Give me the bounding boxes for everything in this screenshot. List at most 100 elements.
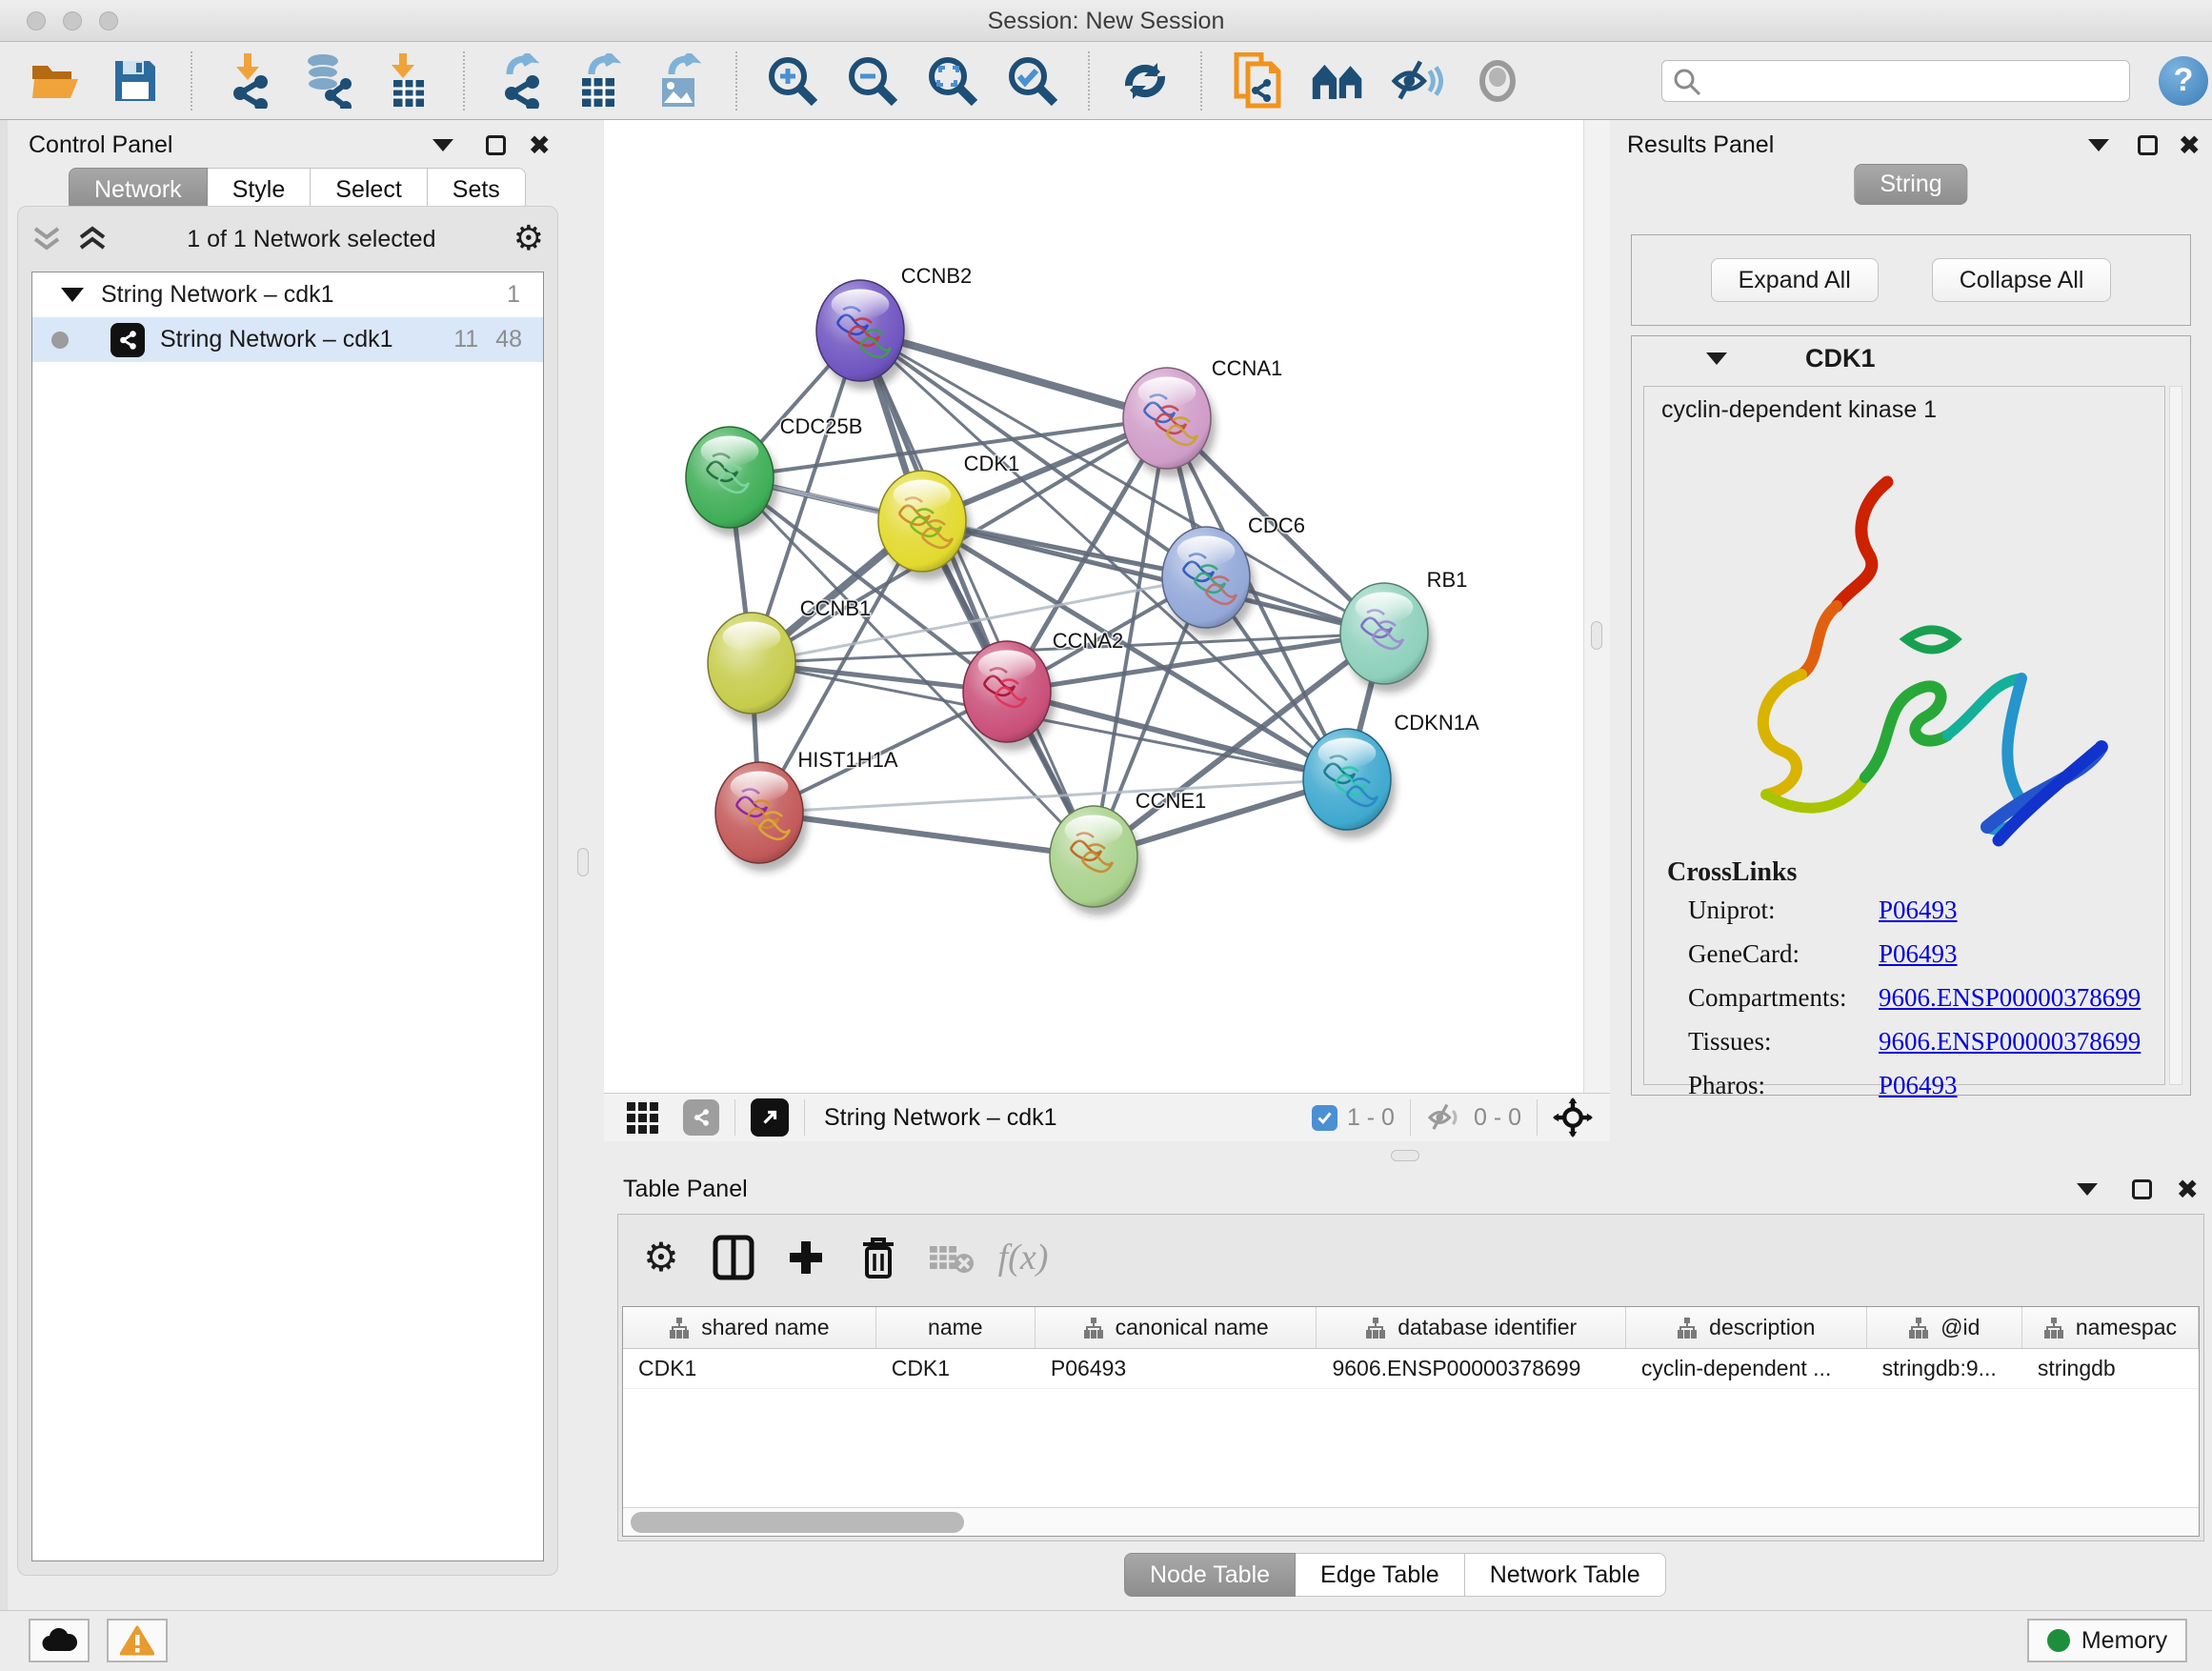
table-cell[interactable]: P06493	[1036, 1349, 1317, 1388]
save-session-button[interactable]	[109, 54, 162, 108]
splitter-grip[interactable]	[577, 848, 589, 876]
clone-network-button[interactable]	[1231, 54, 1284, 108]
scrollbar-thumb[interactable]	[631, 1512, 964, 1533]
crosslink-label: Tissues:	[1688, 1027, 1879, 1057]
horizontal-splitter[interactable]	[604, 1141, 2212, 1170]
hidden-eye-slash-icon[interactable]	[1426, 1102, 1464, 1133]
show-all-button[interactable]	[1471, 54, 1524, 108]
column-header-description[interactable]: description	[1626, 1307, 1867, 1348]
delete-column-button[interactable]	[853, 1232, 904, 1283]
table-cell[interactable]: CDK1	[876, 1349, 1036, 1388]
crosshair-move-icon[interactable]	[1553, 1097, 1593, 1137]
table-row[interactable]: CDK1CDK1P064939606.ENSP00000378699cyclin…	[623, 1349, 2199, 1389]
export-table-button[interactable]	[573, 54, 627, 108]
network-node-CDKN1A[interactable]	[1303, 729, 1396, 838]
network-node-CCNB1[interactable]	[708, 613, 800, 722]
crosslink-link[interactable]: 9606.ENSP00000378699	[1879, 983, 2141, 1013]
protein-collapse-icon[interactable]	[1706, 352, 1727, 365]
create-column-button[interactable]	[780, 1232, 832, 1283]
expand-all-button[interactable]: Expand All	[1711, 258, 1879, 302]
zoom-selected-button[interactable]	[1006, 54, 1059, 108]
hide-selected-button[interactable]	[1391, 54, 1444, 108]
network-node-RB1[interactable]	[1340, 583, 1433, 693]
open-session-button[interactable]	[29, 54, 82, 108]
import-network-button[interactable]	[221, 54, 274, 108]
import-database-button[interactable]	[301, 54, 354, 108]
grid-view-button[interactable]	[627, 1091, 658, 1144]
search-input[interactable]	[1661, 60, 2130, 102]
show-columns-button[interactable]	[708, 1232, 759, 1283]
table-cell[interactable]: stringdb:9...	[1867, 1349, 2022, 1388]
network-graph[interactable]: CCNB2CCNA1CDC25BCDK1CDC6RB1CCNB1CCNA2CDK…	[604, 120, 1583, 1093]
table-cell[interactable]: CDK1	[623, 1349, 876, 1388]
zoom-in-button[interactable]	[766, 54, 819, 108]
panel-float-icon[interactable]	[2138, 135, 2158, 155]
column-header-shared-name[interactable]: shared name	[623, 1307, 876, 1348]
network-node-CCNB2[interactable]	[816, 280, 909, 390]
delete-table-button[interactable]	[925, 1232, 976, 1283]
export-network-button[interactable]	[493, 54, 547, 108]
panel-menu-icon[interactable]	[2088, 139, 2109, 151]
column-header--id[interactable]: @id	[1867, 1307, 2022, 1348]
birds-eye-view-button[interactable]	[751, 1098, 789, 1137]
help-button[interactable]: ?	[2159, 56, 2208, 106]
tab-string[interactable]: String	[1854, 164, 1967, 205]
network-node-CDC25B[interactable]	[686, 427, 778, 536]
tab-network-table[interactable]: Network Table	[1465, 1553, 1666, 1597]
table-cell[interactable]: cyclin-dependent ...	[1626, 1349, 1867, 1388]
table-cell[interactable]: stringdb	[2022, 1349, 2199, 1388]
control-panel-title: Control Panel	[29, 131, 172, 159]
column-header-name[interactable]: name	[876, 1307, 1036, 1348]
panel-menu-icon[interactable]	[432, 139, 453, 151]
import-table-button[interactable]	[381, 54, 434, 108]
left-splitter[interactable]	[564, 120, 604, 1610]
panel-float-icon[interactable]	[2132, 1179, 2152, 1199]
network-edge-CCNE1-HIST1H1A[interactable]	[759, 813, 1094, 856]
crosslink-link[interactable]: P06493	[1879, 896, 1958, 925]
table-cell[interactable]: 9606.ENSP00000378699	[1317, 1349, 1625, 1388]
network-canvas[interactable]: CCNB2CCNA1CDC25BCDK1CDC6RB1CCNB1CCNA2CDK…	[604, 120, 1583, 1093]
column-header-database-identifier[interactable]: database identifier	[1317, 1307, 1625, 1348]
refresh-layout-button[interactable]	[1118, 54, 1172, 108]
panel-close-icon[interactable]: ✖	[2179, 132, 2201, 159]
network-edge-CCNB2-CCNE1[interactable]	[860, 331, 1094, 856]
panel-float-icon[interactable]	[486, 135, 506, 155]
panel-close-icon[interactable]: ✖	[529, 132, 551, 159]
network-collection-row[interactable]: String Network – cdk1 1	[32, 272, 543, 317]
table-options-button[interactable]: ⚙	[635, 1232, 687, 1283]
selected-nodes-checkbox[interactable]	[1312, 1105, 1337, 1131]
crosslink-link[interactable]: P06493	[1879, 1071, 1958, 1100]
column-header-namespac[interactable]: namespac	[2022, 1307, 2199, 1348]
warnings-button[interactable]	[107, 1619, 168, 1662]
network-overview-button[interactable]	[683, 1099, 719, 1136]
memory-button[interactable]: Memory	[2027, 1619, 2187, 1662]
column-header-canonical-name[interactable]: canonical name	[1036, 1307, 1317, 1348]
collection-expand-icon[interactable]	[61, 288, 84, 302]
panel-close-icon[interactable]: ✖	[2177, 1177, 2199, 1203]
network-row-selected[interactable]: String Network – cdk1 11 48	[32, 317, 543, 362]
nested-networks-button[interactable]	[1311, 54, 1364, 108]
network-options-gear-icon[interactable]: ⚙	[513, 222, 544, 256]
zoom-out-button[interactable]	[846, 54, 899, 108]
collapse-all-icon[interactable]	[31, 225, 64, 253]
zoom-fit-button[interactable]	[926, 54, 979, 108]
right-splitter[interactable]	[1583, 120, 1610, 1141]
results-scrollbar[interactable]	[2169, 386, 2182, 1085]
network-node-CDK1[interactable]	[878, 471, 971, 580]
network-node-CCNE1[interactable]	[1050, 806, 1142, 916]
tab-edge-table[interactable]: Edge Table	[1296, 1553, 1465, 1597]
expand-all-icon[interactable]	[77, 225, 110, 253]
export-image-button[interactable]	[654, 54, 707, 108]
panel-menu-icon[interactable]	[2077, 1183, 2098, 1196]
table-hscrollbar[interactable]	[623, 1507, 2199, 1536]
tab-node-table[interactable]: Node Table	[1124, 1553, 1296, 1597]
cloud-status-button[interactable]	[29, 1619, 90, 1662]
collapse-all-button[interactable]: Collapse All	[1932, 258, 2112, 302]
splitter-grip[interactable]	[1391, 1150, 1419, 1161]
splitter-grip[interactable]	[1591, 621, 1602, 650]
function-builder-button[interactable]: f(x)	[997, 1232, 1049, 1283]
network-node-CCNA1[interactable]	[1123, 368, 1216, 477]
crosslink-link[interactable]: 9606.ENSP00000378699	[1879, 1027, 2141, 1057]
crosslink-link[interactable]: P06493	[1879, 939, 1958, 969]
network-node-HIST1H1A[interactable]	[715, 762, 808, 872]
